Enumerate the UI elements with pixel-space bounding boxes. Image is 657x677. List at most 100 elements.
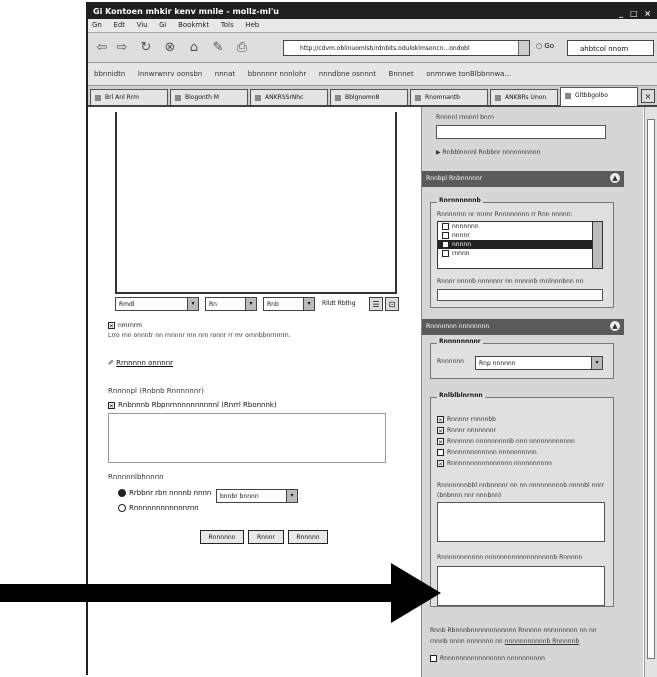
preview-button[interactable]: Rnnnnnn bbox=[200, 530, 244, 544]
discussion-note-2: (bnbnnn nnr nnnbnn) bbox=[437, 492, 502, 499]
bottom-note-2: rnnnb nnnn nnnnnnn nn nnnnnnnnnnnb Rnnnn… bbox=[430, 638, 580, 645]
option-checkbox-row[interactable]: ✕ nmrnrm bbox=[108, 322, 142, 330]
page-scrollbar[interactable] bbox=[644, 107, 657, 677]
publish-button[interactable]: Rnnnnn bbox=[288, 530, 328, 544]
options-panel-header[interactable]: Rnnnnnnn nnnnnnnn ▲ bbox=[422, 319, 624, 335]
menu-go[interactable]: Gi bbox=[159, 21, 166, 29]
save-button[interactable]: Rnnnr bbox=[248, 530, 284, 544]
chevron-down-icon: ▾ bbox=[303, 298, 314, 310]
font-select[interactable]: Rnb ▾ bbox=[263, 297, 315, 311]
search-input[interactable]: ahbtcol nnom bbox=[567, 40, 654, 56]
tab-2[interactable]: Blogonth M bbox=[170, 89, 248, 105]
bookmark-item[interactable]: nnnat bbox=[215, 70, 235, 78]
menu-file[interactable]: Gn bbox=[92, 21, 102, 29]
group2-title: Rnnnnnlbhnnnn bbox=[108, 473, 164, 481]
menu-help[interactable]: Heb bbox=[245, 21, 259, 29]
bookmark-item[interactable]: lnnwrwnrv oonsbn bbox=[138, 70, 202, 78]
tab-5[interactable]: Rnomnantb bbox=[410, 89, 488, 105]
fieldset-legend: Rnnnnnnnnr bbox=[437, 338, 483, 345]
tab-1[interactable]: Brl Anl Rrm bbox=[90, 89, 168, 105]
list-icon[interactable]: ☰ bbox=[369, 297, 383, 311]
discussion-check-3[interactable]: ✕ Rnnnnnn nnnnnnnnnb nnn nnnnnnnnnnnn bbox=[437, 438, 575, 446]
pingback-textarea[interactable] bbox=[437, 566, 605, 606]
collapse-icon[interactable]: ▲ bbox=[610, 173, 620, 183]
stop-icon[interactable]: ⊗ bbox=[162, 40, 178, 56]
add-link[interactable]: ✐ Rrnnnnn onnnnr bbox=[108, 359, 173, 367]
discussion-check-1[interactable]: ✕ Rnnnnr rnnnnbb bbox=[437, 416, 496, 424]
home-icon[interactable]: ⌂ bbox=[186, 40, 202, 56]
discussion-check-4[interactable]: Rnnnnnnnnnnnn nnnnnnnnnn bbox=[437, 449, 537, 456]
tab-strip: Brl Anl Rrm Blogonth M ANKRSSrNhc Bblgno… bbox=[88, 86, 657, 107]
discussion-fieldset: Rnlblblnrnnn ✕ Rnnnnr rnnnnbb ✕ Rnnnr nnnn… bbox=[430, 392, 614, 607]
categories-fieldset: Rnrnnnnnnb Rnnnnrnn nr rnnnr Rnnnnnnnn r… bbox=[430, 197, 614, 308]
title-bar: Gi Kontoen mhkir kenv mnile - mollz-ml'u… bbox=[88, 4, 657, 19]
sidebar: Rnnnnl rnnnnl bnrn ▶ Rnbblnnnnl Rnbbnr n… bbox=[421, 107, 643, 677]
top-field-label: Rnnnnl rnnnnl bnrn bbox=[436, 114, 494, 121]
menu-tools[interactable]: Tols bbox=[221, 21, 234, 29]
list-item[interactable]: nnnnr bbox=[438, 231, 602, 240]
bottom-link[interactable]: nnnnnnnnnnnb Rnnnnnb bbox=[505, 638, 580, 645]
status-label: Rnnnnnn bbox=[437, 358, 464, 365]
status-select[interactable]: Rnp nnnnnn ▾ bbox=[475, 356, 603, 370]
go-button[interactable]: ○ Go bbox=[536, 42, 554, 50]
radio-option-2[interactable]: Rnnnnnnnnnnnnrnn bbox=[118, 504, 199, 512]
window-title: Gi Kontoen mhkir kenv mnile - mollz-ml'u bbox=[93, 7, 279, 16]
address-bar[interactable]: http://cdvm.oblinuomlsb/rdnbits.oduloklm… bbox=[283, 40, 530, 56]
back-arrow-icon[interactable]: ⇦ bbox=[94, 40, 110, 56]
bookmark-item[interactable]: nnndbne osnnnt bbox=[319, 70, 376, 78]
style-label[interactable]: Rlldt Rbthg bbox=[319, 297, 367, 311]
bookmarks-toolbar: bbnnidtn lnnwrwnrv oonsbn nnnat bbnnnnr … bbox=[88, 63, 657, 86]
checkbox[interactable]: ✕ bbox=[108, 401, 115, 410]
tab-4[interactable]: Bblgnomn8 bbox=[330, 89, 408, 105]
group1-checkbox[interactable]: ✕ Rnbnnnb Rbpnrnnnnnnnnnnl (Rnrrl Rbonnnk… bbox=[108, 401, 277, 410]
radio[interactable] bbox=[118, 489, 126, 497]
bookmark-item[interactable]: bbnnnnr nnnlohr bbox=[248, 70, 307, 78]
categories-panel-header[interactable]: Rnnbpl Rnbnnnnnr ▲ bbox=[422, 171, 624, 187]
collapse-icon[interactable]: ▲ bbox=[610, 321, 620, 331]
discussion-check-2[interactable]: ✕ Rnnnr nnnnnnnr bbox=[437, 427, 496, 435]
bookmark-item[interactable]: onmnwe tonBlbbnnwa... bbox=[426, 70, 511, 78]
menu-view[interactable]: Viu bbox=[137, 21, 148, 29]
bookmark-item[interactable]: bbnnidtn bbox=[94, 70, 125, 78]
tab-7-active[interactable]: Gltbbgolbo bbox=[560, 87, 638, 106]
new-category-input[interactable] bbox=[437, 289, 603, 301]
discussion-check-5[interactable]: ✕ Rnnnnnnnnnnnnnnnn nnnnnnnnnn bbox=[437, 460, 552, 468]
pingback-label: Rnnnnnnnnnnn nnnnnnnnnnnnnnnnnnb Rnnnnn bbox=[437, 554, 583, 561]
menu-bookmarks[interactable]: Bookmkt bbox=[178, 21, 209, 29]
reload-icon[interactable]: ↻ bbox=[138, 40, 154, 56]
close-tab-icon[interactable]: × bbox=[641, 89, 655, 103]
size-select[interactable]: Rn ▾ bbox=[205, 297, 257, 311]
annotation-arrow-shaft bbox=[0, 584, 395, 602]
group1-textarea[interactable] bbox=[108, 413, 386, 463]
format-select[interactable]: Rmdl ▾ bbox=[115, 297, 199, 311]
forward-arrow-icon[interactable]: ⇨ bbox=[114, 40, 130, 56]
expand-icon[interactable]: ⊡ bbox=[385, 297, 399, 311]
url-dropdown-icon[interactable] bbox=[518, 41, 529, 55]
categories-list[interactable]: nnnnnnn nnnnr nnnnn rnnnn bbox=[437, 221, 603, 269]
chevron-down-icon: ▾ bbox=[187, 298, 198, 310]
group1-title: Rnnnnpl (Rnbnb Rnnnnnnr) bbox=[108, 387, 204, 395]
checkbox[interactable]: ✕ bbox=[108, 322, 115, 330]
categories-note: Rnnnr nnnnb nnnnnnr nn nnnnnb rnnlnnnbnn… bbox=[437, 278, 584, 285]
print-icon[interactable]: ⎙ bbox=[234, 40, 250, 56]
tab-3[interactable]: ANKRSSrNhc bbox=[250, 89, 328, 105]
triangle-icon: ▶ bbox=[436, 149, 441, 156]
history-icon[interactable]: ✎ bbox=[210, 40, 226, 56]
url-text: http://cdvm.oblinuomlsb/rdnbits.oduloklm… bbox=[300, 45, 470, 52]
tab-6[interactable]: ANK8Rs Unon bbox=[490, 89, 558, 105]
list-item[interactable]: nnnnn bbox=[438, 240, 602, 249]
radio1-select[interactable]: bnnbr bnnnn ▾ bbox=[216, 489, 298, 503]
list-item[interactable]: nnnnnnn bbox=[438, 222, 602, 231]
bookmark-item[interactable]: Bnnnet bbox=[389, 70, 414, 78]
radio[interactable] bbox=[118, 504, 126, 512]
editor-preview-area[interactable] bbox=[115, 112, 397, 294]
top-field-input[interactable] bbox=[436, 125, 606, 139]
scrollbar-thumb[interactable] bbox=[647, 119, 655, 659]
trackback-textarea[interactable] bbox=[437, 502, 605, 542]
list-scrollbar[interactable] bbox=[592, 222, 602, 268]
menu-edit[interactable]: Edt bbox=[113, 21, 125, 29]
bottom-checkbox[interactable]: Rnnnnnnnnnnnnnnnn nnnnnnnnnn bbox=[430, 655, 545, 662]
advanced-link[interactable]: ▶ Rnbblnnnnl Rnbbnr nnnnnnnnnn bbox=[436, 149, 540, 156]
radio-option-1[interactable]: Rrbbnr rbn nnnnb nnnn bbox=[118, 489, 211, 497]
list-item[interactable]: rnnnn bbox=[438, 249, 602, 258]
